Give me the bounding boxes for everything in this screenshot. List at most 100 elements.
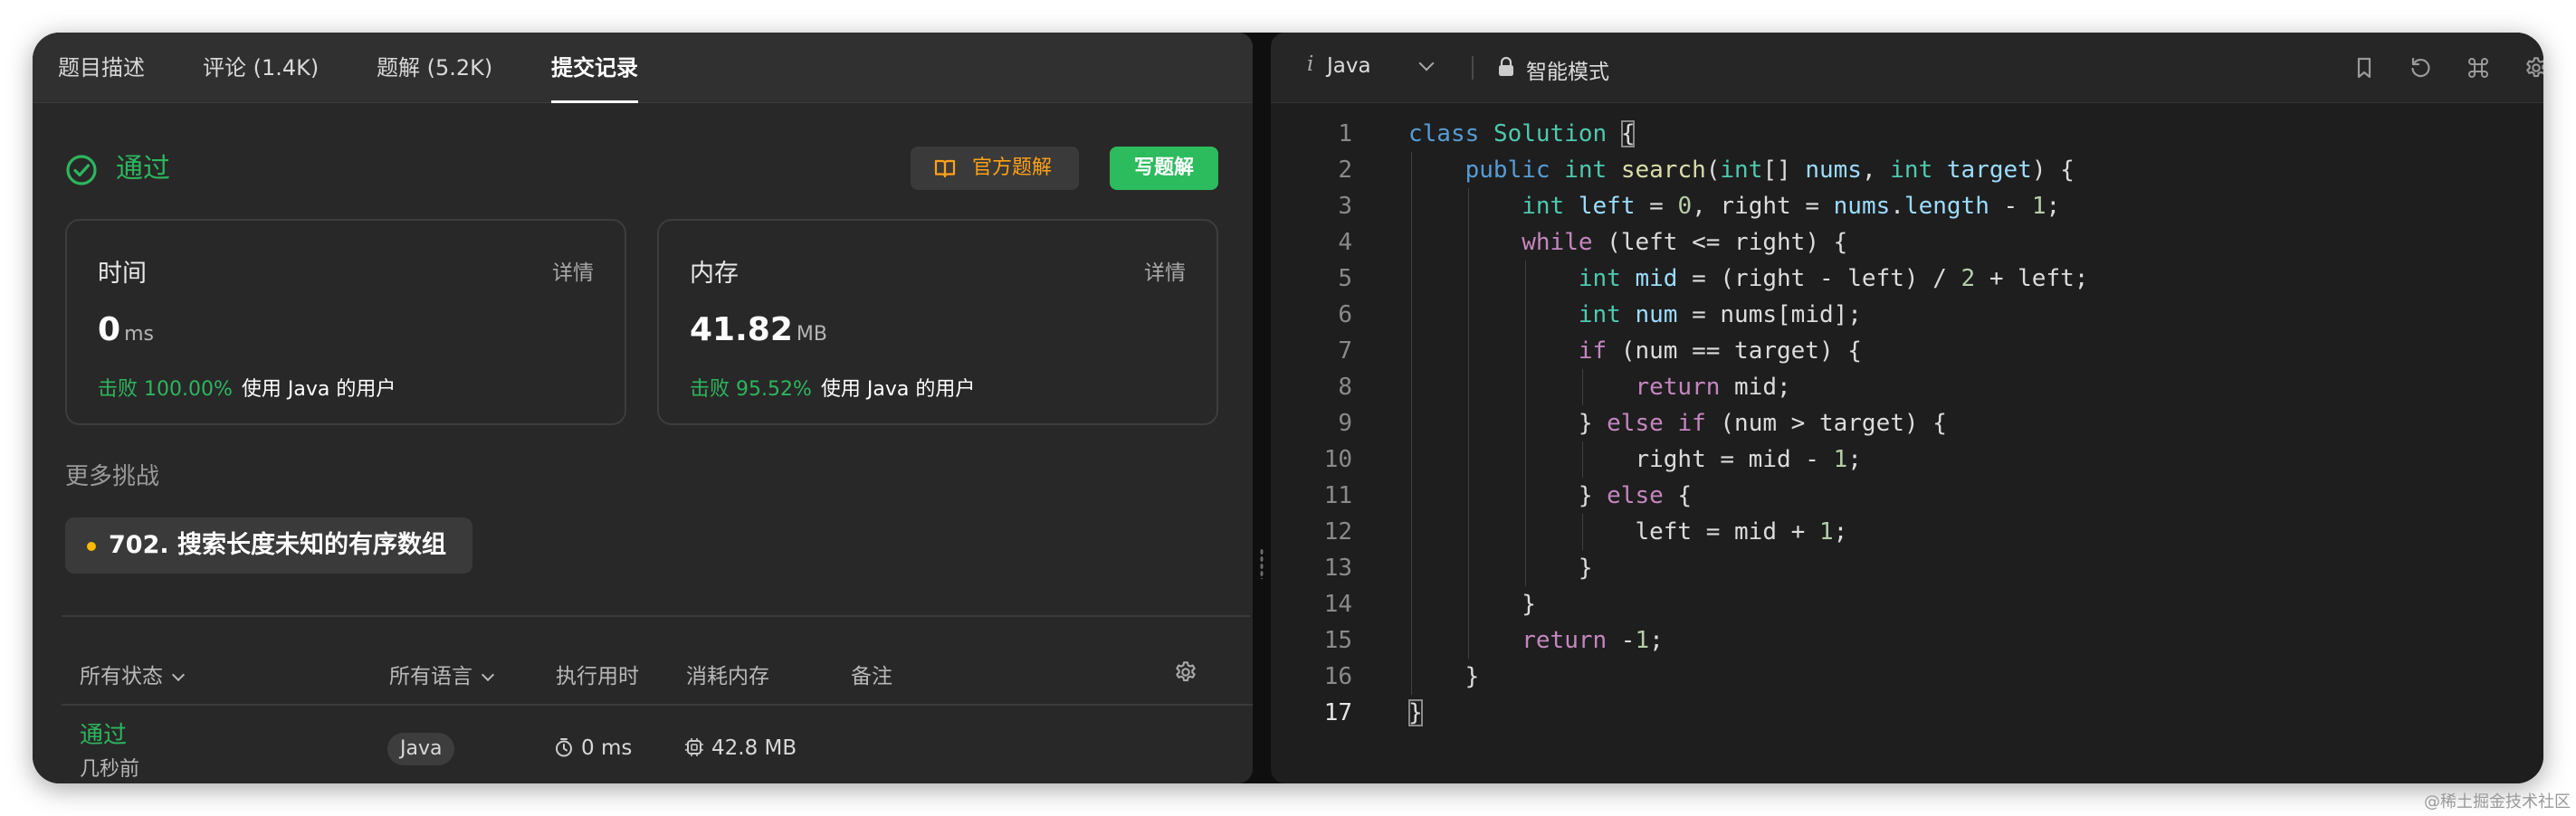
- memory-beat-percent: 击败 95.52%: [690, 378, 812, 401]
- code-text: } else if (num > target) {: [1408, 410, 1947, 437]
- code-text: class Solution {: [1408, 120, 1636, 147]
- official-solution-label: 官方题解: [972, 157, 1053, 179]
- toolbar-divider: [1472, 56, 1474, 80]
- memory-beat: 击败 95.52% 使用 Java 的用户: [690, 373, 975, 402]
- code-line: 5 int mid = (right - left) / 2 + left;: [1271, 261, 2543, 297]
- header-memory: 消耗内存: [686, 665, 769, 688]
- section-divider: [62, 615, 1251, 617]
- write-solution-button[interactable]: 写题解: [1110, 147, 1218, 190]
- row-language-badge: Java: [387, 733, 455, 765]
- reset-icon[interactable]: [2408, 55, 2433, 81]
- row-runtime-value: 0 ms: [581, 736, 633, 760]
- panel-tabs: 题目描述 评论 (1.4K) 题解 (5.2K) 提交记录: [33, 33, 1253, 103]
- code-line: 1 class Solution {: [1271, 116, 2543, 152]
- tab-submissions[interactable]: 提交记录: [551, 33, 638, 103]
- line-number: 7: [1338, 337, 1352, 365]
- check-circle-icon: [66, 155, 97, 185]
- bookmark-icon[interactable]: [2352, 55, 2377, 81]
- code-line: 3 int left = 0, right = nums.length - 1;: [1271, 188, 2543, 224]
- runtime-beat: 击败 100.00% 使用 Java 的用户: [98, 373, 396, 402]
- tab-description[interactable]: 题目描述: [58, 33, 145, 103]
- settings-icon[interactable]: [1173, 659, 1198, 685]
- code-line: 8 return mid;: [1271, 369, 2543, 405]
- memory-detail-link[interactable]: 详情: [1144, 255, 1186, 286]
- line-number: 11: [1323, 482, 1352, 509]
- code-editor-panel: i Java 智能模式 1 class Solution {2 public …: [1271, 33, 2543, 783]
- settings-icon[interactable]: [2524, 55, 2543, 81]
- line-number: 2: [1338, 157, 1352, 184]
- code-text: }: [1408, 699, 1423, 726]
- code-line: 7 if (num == target) {: [1271, 333, 2543, 369]
- watermark: @稀土掘金技术社区: [2424, 792, 2571, 811]
- official-solution-button[interactable]: 官方题解: [911, 147, 1079, 190]
- book-open-icon: [934, 159, 956, 178]
- language-label: Java: [1327, 54, 1371, 78]
- line-number: 3: [1338, 193, 1352, 220]
- code-text: int num = nums[mid];: [1578, 301, 1862, 328]
- stopwatch-icon: [556, 738, 572, 757]
- lock-icon: [1499, 56, 1513, 76]
- code-line: 4 while (left <= right) {: [1271, 224, 2543, 261]
- editor-toolbar: i Java 智能模式: [1271, 33, 2543, 103]
- code-text: int mid = (right - left) / 2 + left;: [1578, 265, 2089, 292]
- line-number: 17: [1323, 699, 1352, 726]
- line-number: 8: [1338, 374, 1352, 401]
- challenge-label: 702. 搜索长度未知的有序数组: [109, 531, 447, 559]
- memory-unit: MB: [796, 323, 827, 346]
- app-window: 题目描述 评论 (1.4K) 题解 (5.2K) 提交记录 通过 官方题解 写题…: [33, 33, 2543, 783]
- code-text: }: [1408, 591, 1536, 618]
- command-icon[interactable]: [2466, 55, 2491, 81]
- status-filter[interactable]: 所有状态: [80, 659, 186, 689]
- more-challenges-title: 更多挑战: [65, 463, 160, 490]
- line-number: 14: [1323, 591, 1352, 618]
- code-text: if (num == target) {: [1578, 337, 1862, 365]
- table-header-divider: [62, 704, 1253, 706]
- code-text: public int search(int[] nums, int target…: [1465, 157, 2075, 184]
- code-line: 10 right = mid - 1;: [1271, 441, 2543, 478]
- runtime-unit: ms: [124, 323, 154, 346]
- line-number: 4: [1338, 229, 1352, 256]
- code-text: return -1;: [1522, 627, 1664, 654]
- code-line: 6 int num = nums[mid];: [1271, 297, 2543, 333]
- line-number: 15: [1323, 627, 1352, 654]
- runtime-card: 时间 详情 0 ms 击败 100.00% 使用 Java 的用户: [65, 219, 626, 425]
- code-line: 15 return -1;: [1271, 622, 2543, 659]
- status-label: 通过: [116, 153, 170, 185]
- challenge-item[interactable]: 702. 搜索长度未知的有序数组: [65, 517, 472, 574]
- memory-value: 41.82: [690, 311, 793, 348]
- runtime-beat-suffix: 使用 Java 的用户: [241, 378, 396, 401]
- row-status-link[interactable]: 通过: [80, 716, 127, 750]
- info-icon: i: [1307, 52, 1314, 76]
- memory-card: 内存 详情 41.82 MB 击败 95.52% 使用 Java 的用户: [657, 219, 1218, 425]
- code-text: left = mid + 1;: [1408, 518, 1848, 546]
- code-text: return mid;: [1635, 374, 1791, 401]
- code-text: }: [1408, 555, 1593, 582]
- tab-comments[interactable]: 评论 (1.4K): [203, 33, 319, 103]
- header-runtime: 执行用时: [556, 665, 639, 688]
- code-line: 2 public int search(int[] nums, int targ…: [1271, 152, 2543, 188]
- language-filter-label: 所有语言: [389, 665, 472, 688]
- runtime-detail-link[interactable]: 详情: [552, 255, 594, 286]
- status-filter-label: 所有状态: [80, 665, 163, 688]
- chip-icon: [685, 738, 703, 756]
- memory-beat-suffix: 使用 Java 的用户: [820, 378, 976, 401]
- runtime-value: 0: [98, 311, 121, 348]
- line-number: 1: [1338, 120, 1352, 147]
- line-number: 12: [1323, 518, 1352, 546]
- code-line: 17}: [1271, 695, 2543, 731]
- tab-solutions[interactable]: 题解 (5.2K): [377, 33, 492, 103]
- code-line: 13 }: [1271, 550, 2543, 586]
- language-filter[interactable]: 所有语言: [389, 659, 495, 689]
- memory-title: 内存: [690, 260, 739, 288]
- row-submitted-time: 几秒前: [80, 758, 140, 781]
- code-area[interactable]: 1 class Solution { 2 public int search(in…: [1271, 116, 2543, 731]
- code-text: }: [1408, 663, 1480, 690]
- panel-resize-handle[interactable]: [1253, 33, 1271, 783]
- line-number: 10: [1323, 446, 1352, 473]
- editor-mode-toggle[interactable]: 智能模式: [1526, 54, 1609, 85]
- line-number: 16: [1323, 663, 1352, 690]
- memory-value-wrap: 41.82 MB: [690, 311, 827, 348]
- row-memory: 42.8 MB: [684, 735, 797, 760]
- row-runtime: 0 ms: [554, 735, 632, 760]
- runtime-value-wrap: 0 ms: [98, 311, 154, 348]
